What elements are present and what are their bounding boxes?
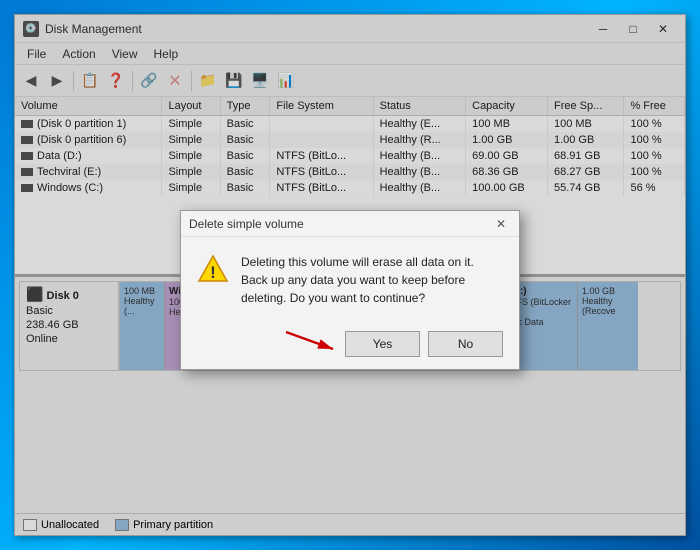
modal-body: ! Deleting this volume will erase all da… (181, 237, 519, 323)
svg-text:!: ! (210, 263, 216, 282)
modal-title: Delete simple volume (189, 217, 491, 231)
arrow-indicator (281, 327, 341, 355)
modal-overlay: Delete simple volume ✕ ! Deleting this v… (15, 15, 685, 535)
modal-footer: Yes No (181, 323, 519, 369)
warning-icon: ! (197, 253, 229, 285)
modal-message: Deleting this volume will erase all data… (241, 253, 503, 307)
yes-button[interactable]: Yes (345, 331, 420, 357)
delete-dialog: Delete simple volume ✕ ! Deleting this v… (180, 210, 520, 370)
modal-title-bar: Delete simple volume ✕ (181, 211, 519, 237)
main-window: 💽 Disk Management ─ □ ✕ File Action View… (14, 14, 686, 536)
no-button[interactable]: No (428, 331, 503, 357)
modal-close-button[interactable]: ✕ (491, 215, 511, 233)
